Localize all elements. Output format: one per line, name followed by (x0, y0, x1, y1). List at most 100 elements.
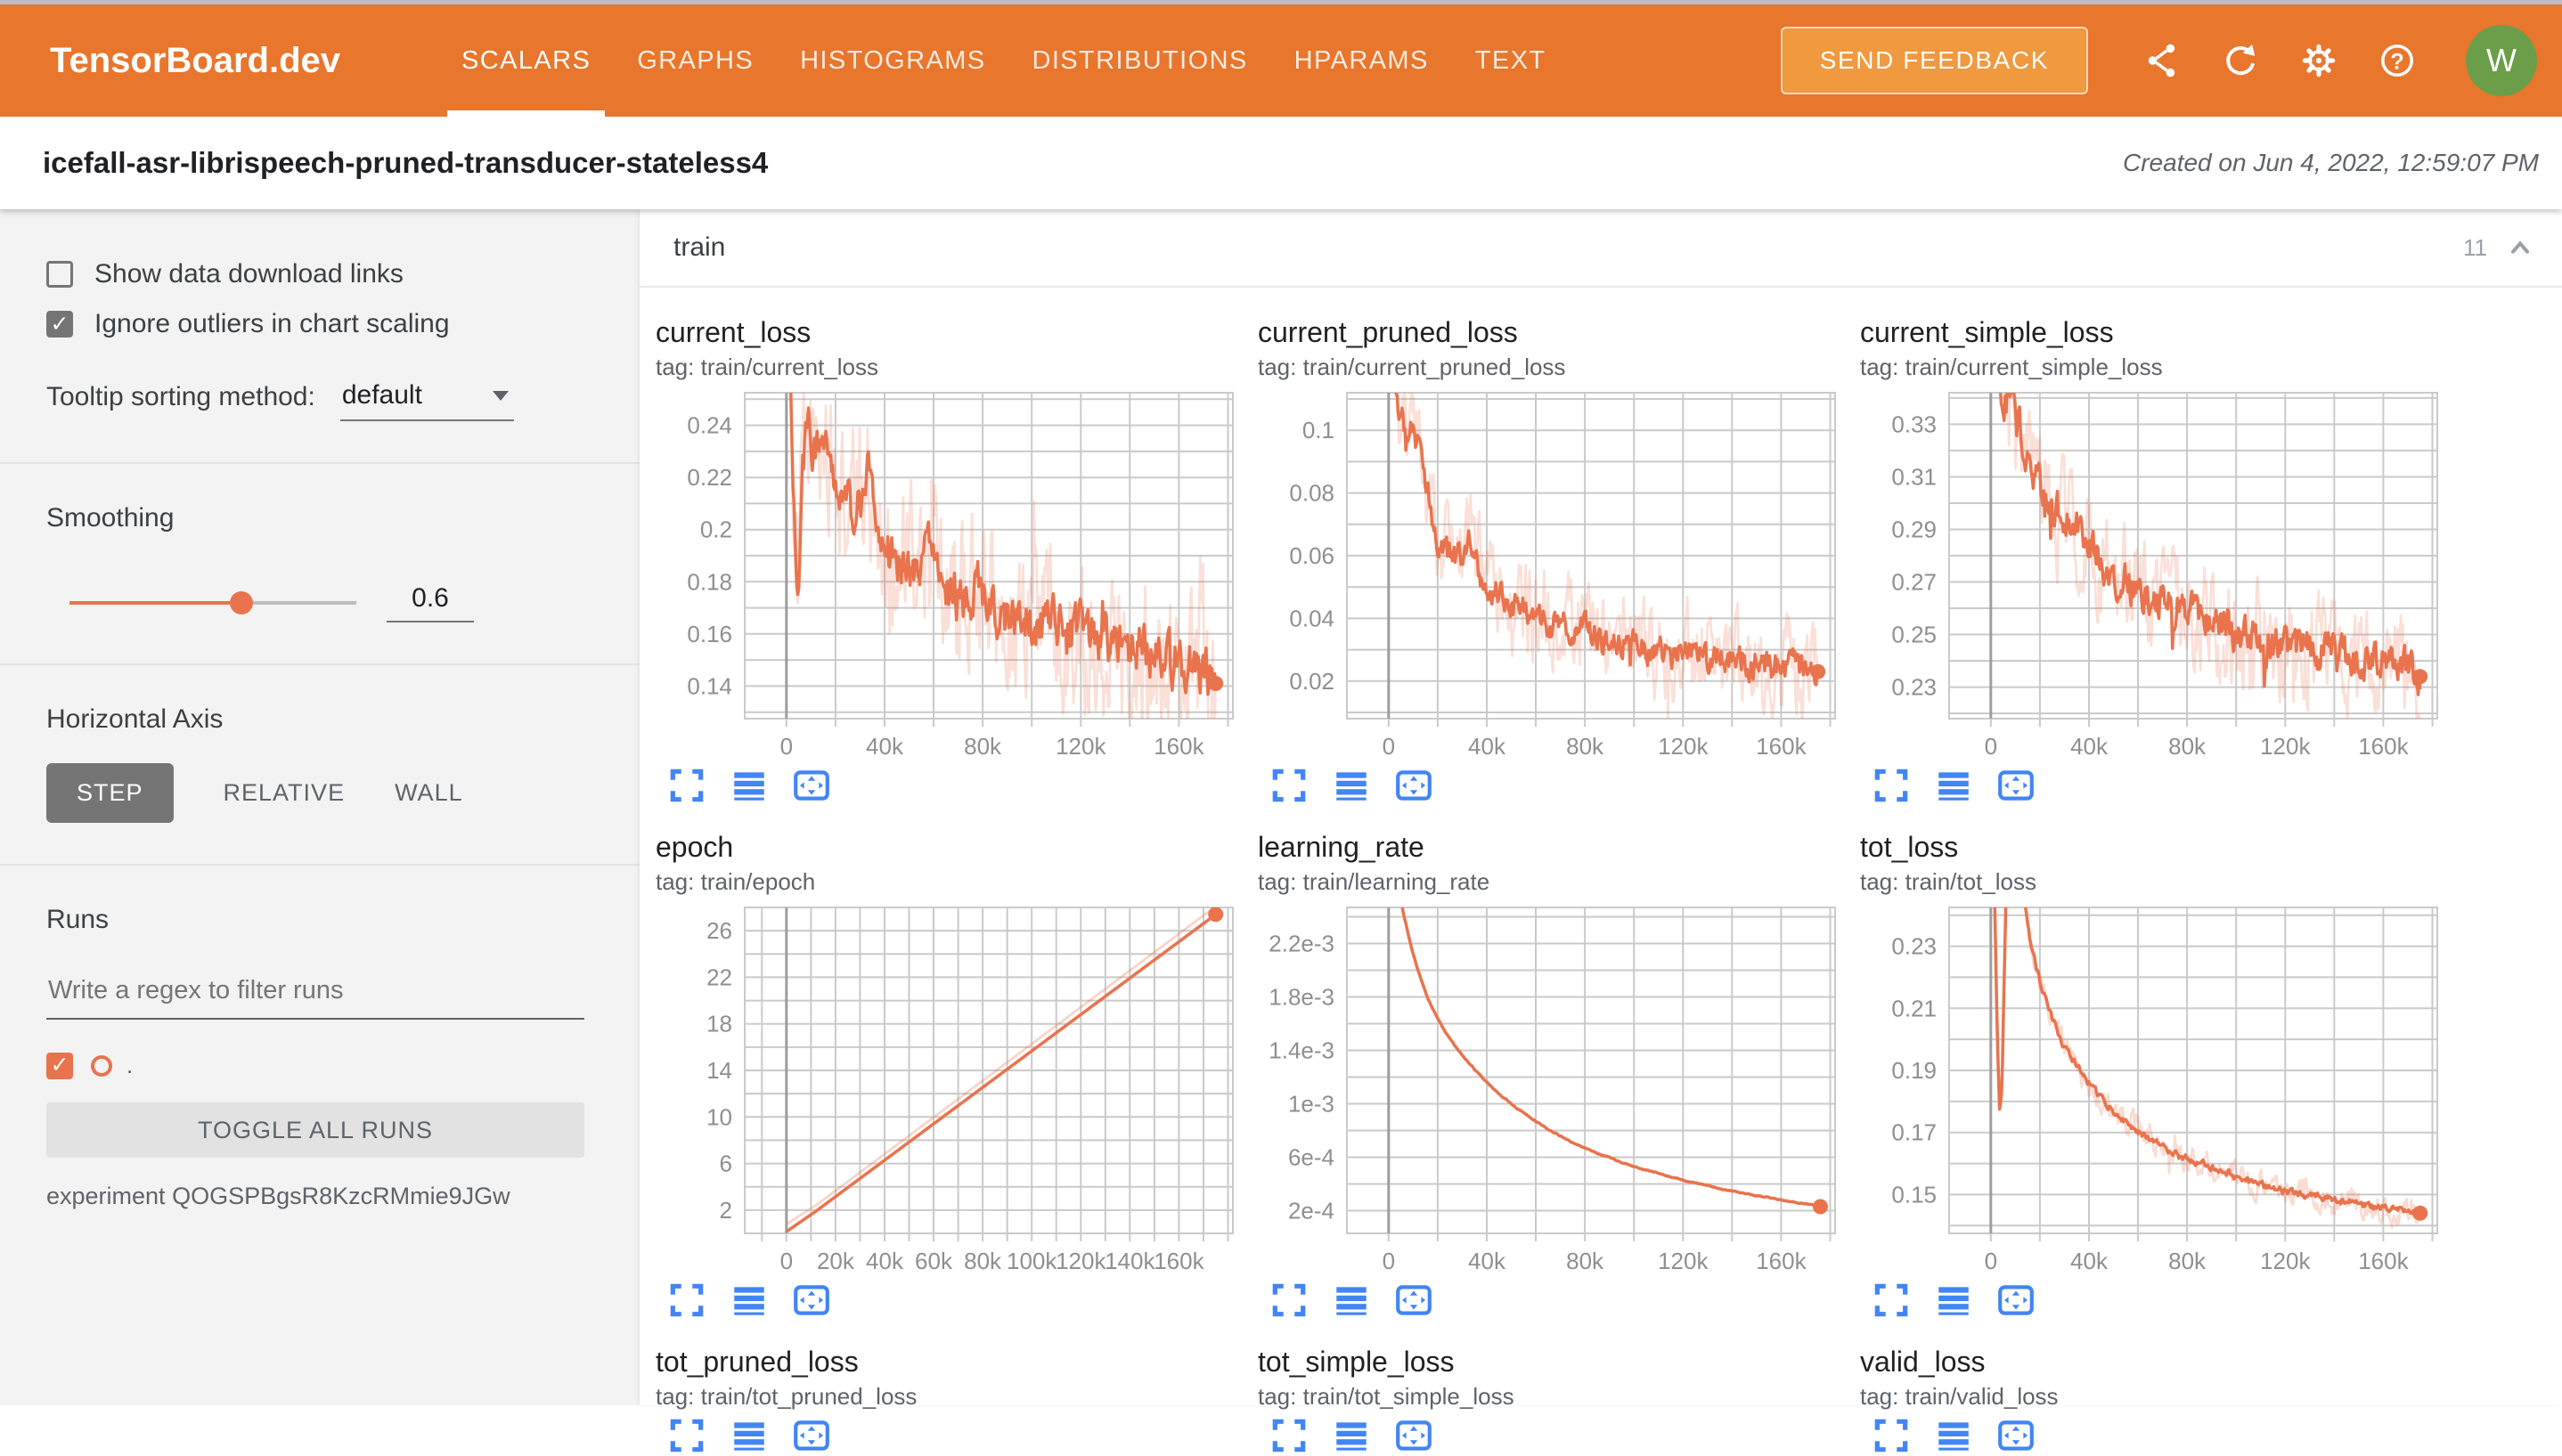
fit-to-domain-icon (1393, 1280, 1434, 1321)
fit-domain-button[interactable] (791, 1280, 832, 1321)
expand-chart-button[interactable] (1871, 1280, 1912, 1321)
data-table-button[interactable] (1331, 765, 1372, 806)
scalar-chart-plot[interactable]: 040k80k120k160k2.2e-31.8e-31.4e-31e-36e-… (1258, 902, 1837, 1276)
toggle-all-runs-button[interactable]: TOGGLE ALL RUNS (46, 1102, 584, 1158)
refresh-icon[interactable] (2220, 40, 2261, 81)
chart-title: tot_loss (1860, 829, 2462, 865)
svg-text:?: ? (2390, 49, 2403, 74)
svg-text:120k: 120k (2260, 1248, 2311, 1274)
tab-distributions[interactable]: DISTRIBUTIONS (1009, 4, 1271, 117)
svg-text:160k: 160k (1154, 1248, 1204, 1274)
expand-chart-button[interactable] (666, 1280, 707, 1321)
axis-option-wall[interactable]: WALL (395, 779, 463, 807)
data-table-button[interactable] (1331, 1415, 1372, 1456)
settings-sidebar: ✓ Show data download links ✓ Ignore outl… (0, 209, 640, 1405)
svg-text:2e-4: 2e-4 (1288, 1198, 1334, 1224)
data-table-button[interactable] (729, 1415, 770, 1456)
svg-text:6e-4: 6e-4 (1288, 1144, 1334, 1171)
axis-option-step[interactable]: STEP (46, 763, 174, 823)
svg-text:140k: 140k (1105, 1248, 1155, 1274)
svg-text:0.23: 0.23 (1891, 933, 1937, 960)
scalar-chart-plot[interactable]: 040k80k120k160k0.330.310.290.270.250.23 (1860, 387, 2439, 761)
svg-text:160k: 160k (2358, 1248, 2409, 1274)
scalar-chart-plot[interactable]: 040k80k120k160k0.240.220.20.180.160.14 (656, 387, 1235, 761)
fit-domain-button[interactable] (1995, 1415, 2036, 1456)
chart-tag: tag: train/tot_pruned_loss (656, 1381, 1258, 1411)
data-table-button[interactable] (1933, 765, 1974, 806)
svg-text:160k: 160k (2358, 733, 2409, 760)
tab-histograms[interactable]: HISTOGRAMS (777, 4, 1008, 117)
chart-title: tot_simple_loss (1258, 1344, 1860, 1379)
chevron-down-icon (493, 391, 509, 401)
run-checkbox[interactable]: ✓ (46, 1053, 73, 1079)
svg-text:120k: 120k (1056, 1248, 1106, 1274)
svg-text:80k: 80k (964, 1248, 1002, 1274)
fit-domain-button[interactable] (791, 765, 832, 806)
run-color-swatch-icon[interactable] (91, 1055, 112, 1077)
show-download-links-checkbox[interactable]: ✓ (46, 261, 73, 288)
data-table-button[interactable] (729, 765, 770, 806)
data-table-button[interactable] (729, 1280, 770, 1321)
train-section-header[interactable]: train 11 (640, 209, 2562, 288)
fit-domain-button[interactable] (1393, 1415, 1434, 1456)
data-table-icon (1933, 1415, 1974, 1456)
data-table-button[interactable] (1933, 1415, 1974, 1456)
svg-text:120k: 120k (2260, 733, 2311, 760)
fit-domain-button[interactable] (1393, 1280, 1434, 1321)
show-download-links-checkbox-row[interactable]: ✓ Show data download links (46, 259, 584, 289)
expand-chart-button[interactable] (1269, 765, 1310, 806)
expand-chart-button[interactable] (1871, 765, 1912, 806)
fit-domain-button[interactable] (1995, 765, 2036, 806)
expand-chart-button[interactable] (1269, 1415, 1310, 1456)
scalar-chart-plot[interactable]: 040k80k120k160k0.230.210.190.170.15 (1860, 902, 2439, 1276)
scalar-chart-card: tot_pruned_loss tag: train/tot_pruned_lo… (656, 1344, 1258, 1456)
expand-chart-button[interactable] (1871, 1415, 1912, 1456)
run-list-item[interactable]: ✓ . (46, 1052, 584, 1079)
send-feedback-button[interactable]: SEND FEEDBACK (1781, 27, 2088, 94)
data-table-button[interactable] (1933, 1280, 1974, 1321)
svg-text:80k: 80k (964, 733, 1002, 760)
svg-text:0.21: 0.21 (1891, 995, 1937, 1021)
svg-text:100k: 100k (1007, 1248, 1057, 1274)
svg-text:0.25: 0.25 (1891, 622, 1937, 648)
tab-hparams[interactable]: HPARAMS (1271, 4, 1452, 117)
svg-text:0.04: 0.04 (1289, 605, 1334, 631)
svg-text:40k: 40k (2070, 1248, 2109, 1274)
expand-chart-button[interactable] (1269, 1280, 1310, 1321)
smoothing-value-field[interactable]: 0.6 (387, 583, 474, 622)
experiment-created-date: Created on Jun 4, 2022, 12:59:07 PM (2123, 149, 2539, 177)
settings-icon[interactable] (2298, 40, 2339, 81)
fit-domain-button[interactable] (1393, 765, 1434, 806)
fit-to-domain-icon (1995, 1280, 2036, 1321)
expand-chart-button[interactable] (666, 765, 707, 806)
data-table-button[interactable] (1331, 1280, 1372, 1321)
help-icon[interactable]: ? (2377, 40, 2418, 81)
axis-option-relative[interactable]: RELATIVE (224, 779, 346, 807)
svg-text:0: 0 (1985, 733, 1997, 760)
smoothing-slider-thumb[interactable] (230, 591, 253, 614)
share-icon[interactable] (2142, 40, 2183, 81)
fit-domain-button[interactable] (1995, 1280, 2036, 1321)
expand-chart-button[interactable] (666, 1415, 707, 1456)
run-name: . (126, 1052, 133, 1079)
fit-domain-button[interactable] (791, 1415, 832, 1456)
avatar[interactable]: W (2466, 25, 2537, 96)
scalar-chart-plot[interactable]: 020k40k60k80k100k120k140k160k26101418222… (656, 902, 1235, 1276)
svg-text:0.02: 0.02 (1289, 668, 1334, 695)
tab-scalars[interactable]: SCALARS (438, 4, 614, 117)
scalar-chart-plot[interactable]: 040k80k120k160k0.10.080.060.040.02 (1258, 387, 1837, 761)
tab-graphs[interactable]: GRAPHS (614, 4, 777, 117)
chart-title: valid_loss (1860, 1344, 2462, 1379)
smoothing-slider[interactable] (69, 601, 356, 605)
svg-text:2: 2 (720, 1197, 732, 1224)
tooltip-sorting-select[interactable]: default (340, 380, 514, 421)
tab-text[interactable]: TEXT (1452, 4, 1570, 117)
runs-filter-input[interactable] (46, 976, 584, 1020)
chart-title: current_pruned_loss (1258, 314, 1860, 350)
svg-text:0.1: 0.1 (1302, 417, 1334, 443)
ignore-outliers-checkbox[interactable]: ✓ (46, 311, 73, 338)
data-table-icon (729, 1415, 770, 1456)
chart-tag: tag: train/tot_loss (1860, 866, 2462, 897)
ignore-outliers-checkbox-row[interactable]: ✓ Ignore outliers in chart scaling (46, 309, 584, 339)
collapse-section-button[interactable] (2505, 232, 2535, 263)
